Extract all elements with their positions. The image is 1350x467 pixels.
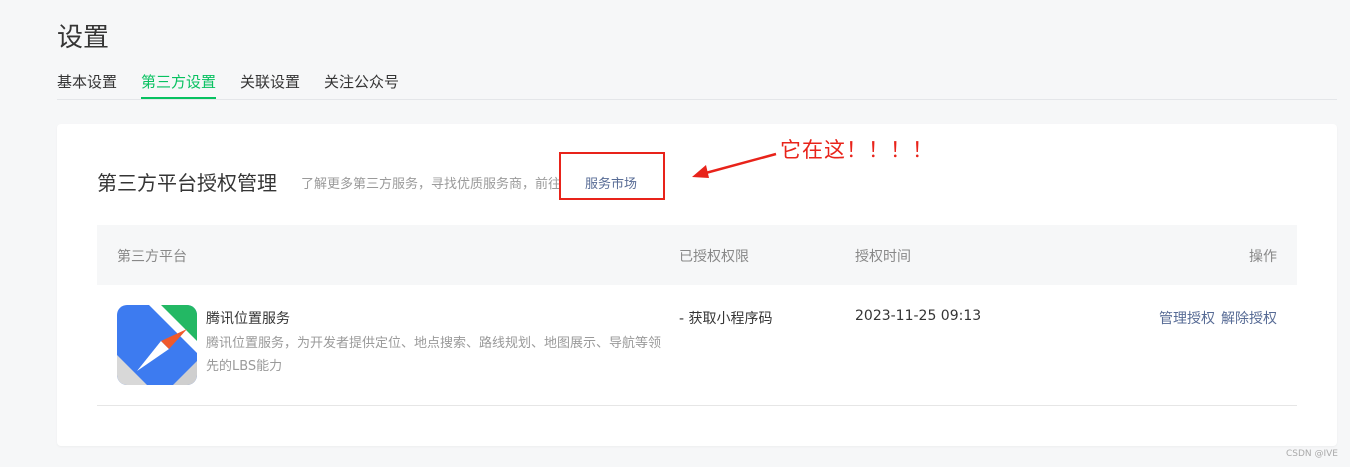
tab-basic-settings[interactable]: 基本设置 xyxy=(57,72,117,99)
tencent-map-icon xyxy=(117,305,197,385)
table-header: 第三方平台 已授权权限 授权时间 操作 xyxy=(97,225,1297,285)
permission-item: - 获取小程序码 xyxy=(679,311,773,327)
annotation-highlight-box xyxy=(559,152,665,200)
manage-auth-link[interactable]: 管理授权 xyxy=(1159,308,1215,328)
header-actions: 操作 xyxy=(1249,249,1277,265)
tab-third-party-settings[interactable]: 第三方设置 xyxy=(141,72,217,99)
revoke-auth-link[interactable]: 解除授权 xyxy=(1221,308,1277,328)
table-row: 腾讯位置服务 腾讯位置服务，为开发者提供定位、地点搜索、路线规划、地图展示、导航… xyxy=(97,285,1297,406)
tab-bar: 基本设置 第三方设置 关联设置 关注公众号 xyxy=(57,72,423,100)
section-title: 第三方平台授权管理 xyxy=(97,171,277,195)
tabs-divider xyxy=(57,99,1337,100)
tab-linked-settings[interactable]: 关联设置 xyxy=(240,72,300,99)
page-title: 设置 xyxy=(57,23,110,53)
annotation-text: 它在这！！！！ xyxy=(780,138,934,162)
watermark: CSDN @IVE xyxy=(1285,449,1338,459)
tab-follow-official-account[interactable]: 关注公众号 xyxy=(324,72,399,99)
auth-time: 2023-11-25 09:13 xyxy=(855,308,982,324)
header-auth-time: 授权时间 xyxy=(855,249,911,265)
header-permissions: 已授权权限 xyxy=(679,249,749,265)
section-description: 了解更多第三方服务，寻找优质服务商，前往 xyxy=(301,177,562,192)
app-name: 腾讯位置服务 xyxy=(206,311,290,327)
annotation-arrow-icon xyxy=(692,152,777,178)
header-platform: 第三方平台 xyxy=(117,249,187,265)
app-description: 腾讯位置服务，为开发者提供定位、地点搜索、路线规划、地图展示、导航等领先的LBS… xyxy=(206,336,662,374)
